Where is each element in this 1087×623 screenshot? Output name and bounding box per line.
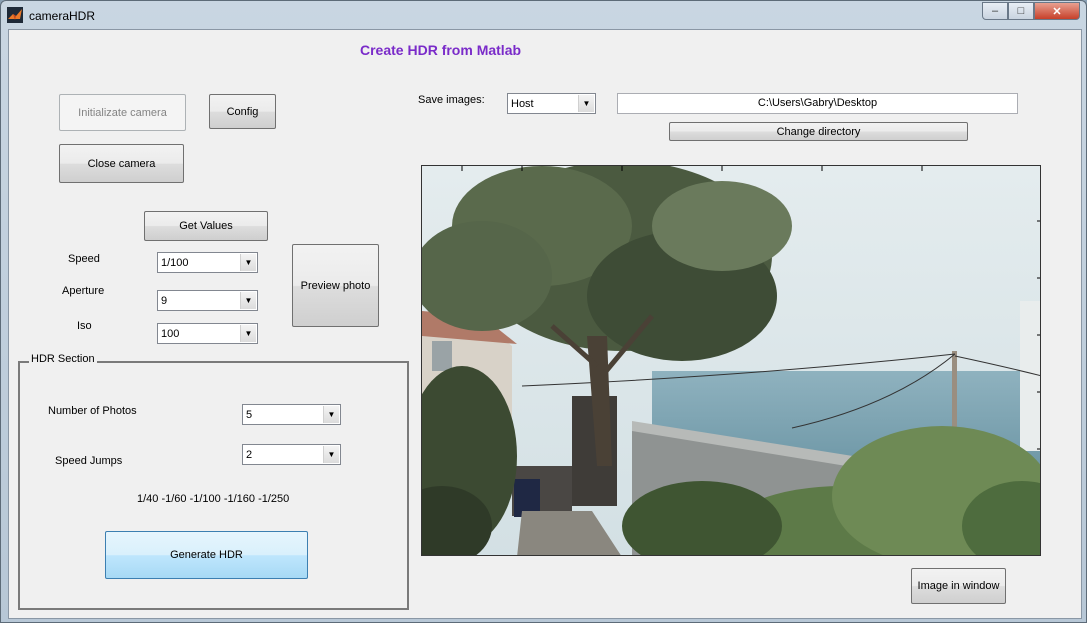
matlab-logo-icon	[7, 7, 23, 23]
figure-area: Create HDR from Matlab Initializate came…	[8, 29, 1082, 619]
image-in-window-button[interactable]: Image in window	[911, 568, 1006, 604]
close-camera-button[interactable]: Close camera	[59, 144, 184, 183]
preview-photo-button[interactable]: Preview photo	[292, 244, 379, 327]
iso-select[interactable]: 100 ▼	[157, 323, 258, 344]
speed-sequence-text: 1/40 -1/60 -1/100 -1/160 -1/250	[137, 493, 290, 505]
iso-label: Iso	[77, 320, 92, 332]
chevron-down-icon: ▼	[240, 254, 256, 271]
close-window-button[interactable]: ✕	[1034, 2, 1080, 20]
title-bar[interactable]: cameraHDR – □ ✕	[1, 1, 1086, 29]
hdr-section-title: HDR Section	[29, 353, 97, 365]
number-of-photos-select[interactable]: 5 ▼	[242, 404, 341, 425]
chevron-down-icon: ▼	[578, 95, 594, 112]
speed-label: Speed	[68, 253, 100, 265]
generate-hdr-button[interactable]: Generate HDR	[105, 531, 308, 579]
number-of-photos-label: Number of Photos	[48, 405, 137, 417]
chevron-down-icon: ▼	[240, 292, 256, 309]
minimize-button[interactable]: –	[982, 2, 1008, 20]
aperture-value: 9	[161, 295, 168, 307]
save-target-value: Host	[511, 98, 534, 110]
change-directory-button[interactable]: Change directory	[669, 122, 968, 141]
app-window: cameraHDR – □ ✕ Create HDR from Matlab I…	[0, 0, 1087, 623]
speed-jumps-value: 2	[246, 449, 253, 461]
number-of-photos-value: 5	[246, 409, 253, 421]
page-title: Create HDR from Matlab	[360, 42, 522, 58]
maximize-button[interactable]: □	[1008, 2, 1034, 20]
save-target-select[interactable]: Host ▼	[507, 93, 596, 114]
iso-value: 100	[161, 328, 180, 340]
chevron-down-icon: ▼	[323, 446, 339, 463]
config-button[interactable]: Config	[209, 94, 276, 129]
speed-jumps-select[interactable]: 2 ▼	[242, 444, 341, 465]
speed-value: 1/100	[161, 257, 189, 269]
aperture-label: Aperture	[62, 285, 105, 297]
aperture-select[interactable]: 9 ▼	[157, 290, 258, 311]
chevron-down-icon: ▼	[323, 406, 339, 423]
initialize-camera-button[interactable]: Initializate camera	[59, 94, 186, 131]
speed-select[interactable]: 1/100 ▼	[157, 252, 258, 273]
get-values-button[interactable]: Get Values	[144, 211, 268, 241]
window-title: cameraHDR	[29, 9, 96, 23]
hdr-landscape-image	[422, 166, 1040, 555]
chevron-down-icon: ▼	[240, 325, 256, 342]
photo-preview	[421, 165, 1041, 556]
directory-field[interactable]: C:\Users\Gabry\Desktop	[617, 93, 1018, 114]
speed-jumps-label: Speed Jumps	[55, 455, 123, 467]
save-images-label: Save images:	[418, 94, 485, 106]
window-controls: – □ ✕	[982, 2, 1080, 20]
